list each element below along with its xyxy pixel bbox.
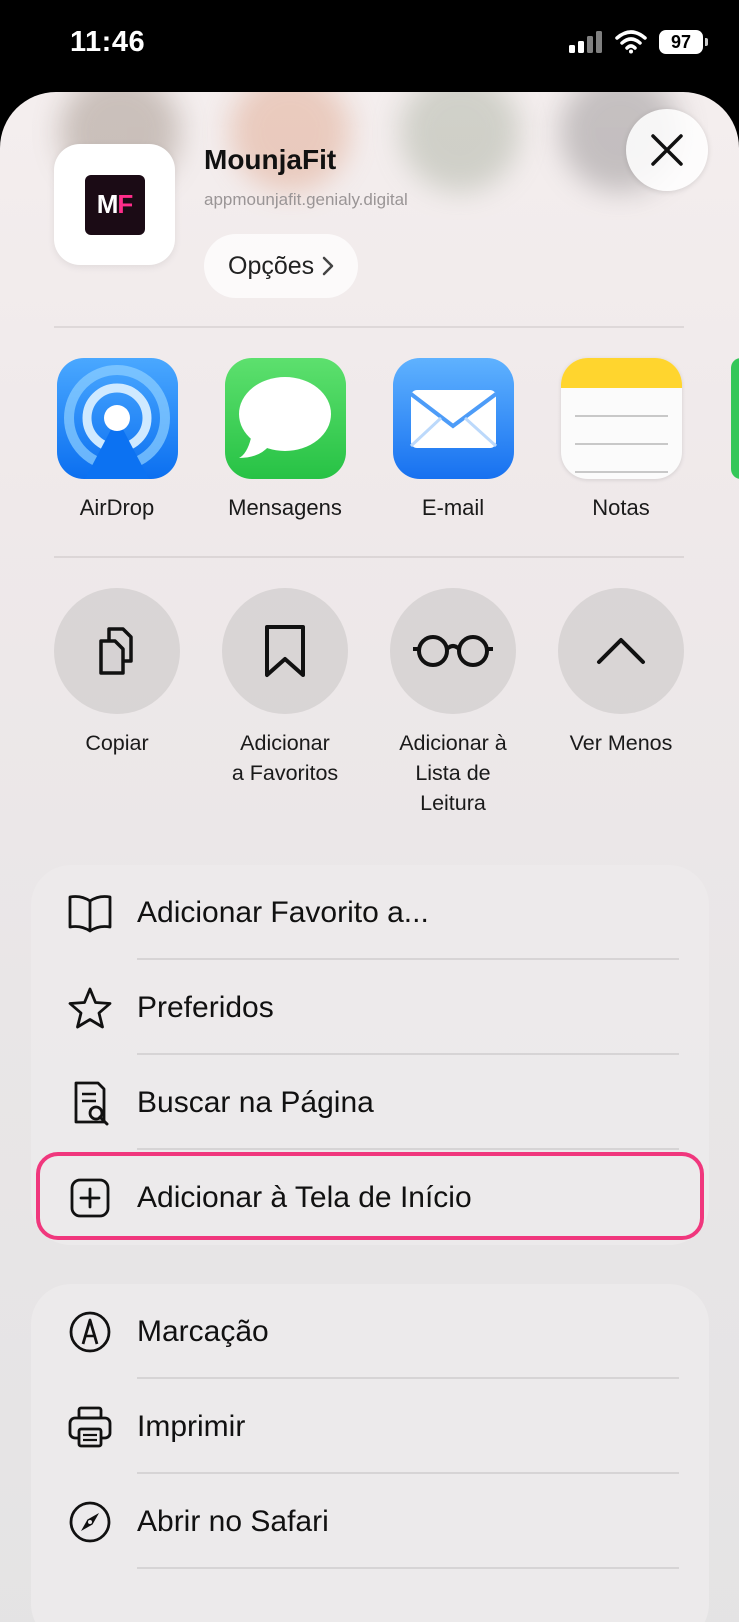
share-actions-row: Copiar Adicionar a Favoritos Adicionar à… bbox=[0, 588, 739, 828]
menu-item-open-in-safari[interactable]: Abrir no Safari bbox=[31, 1474, 709, 1569]
action-label: Adicionar à Lista de Leitura bbox=[399, 731, 507, 815]
chevron-up-icon bbox=[597, 638, 645, 664]
book-icon bbox=[67, 890, 113, 936]
menu-item-label: Imprimir bbox=[137, 1409, 246, 1443]
menu-item-label: Abrir no Safari bbox=[137, 1504, 329, 1538]
menu-item-label: Buscar na Página bbox=[137, 1085, 374, 1119]
app-label: E-mail bbox=[421, 495, 485, 520]
share-header: MF MounjaFit appmounjafit.genialy.digita… bbox=[0, 92, 739, 332]
notes-icon bbox=[560, 358, 682, 479]
site-icon: MF bbox=[54, 144, 175, 265]
divider bbox=[54, 326, 684, 328]
action-circle bbox=[54, 588, 180, 714]
battery-level: 97 bbox=[670, 31, 692, 52]
menu-item-favorites[interactable]: Preferidos bbox=[31, 960, 709, 1055]
glasses-icon bbox=[413, 635, 493, 667]
compass-icon bbox=[67, 1499, 113, 1545]
menu-item-markup[interactable]: Marcação bbox=[31, 1284, 709, 1379]
share-app-messages[interactable]: Mensagens bbox=[210, 358, 360, 521]
app-label: Mensagens bbox=[228, 495, 342, 520]
divider bbox=[54, 556, 684, 558]
action-add-bookmark[interactable]: Adicionar a Favoritos bbox=[201, 588, 369, 788]
markup-icon bbox=[67, 1309, 113, 1355]
find-on-page-icon bbox=[67, 1080, 113, 1126]
share-apps-row: AirDrop Mensagens E-mail Notas bbox=[0, 358, 739, 521]
share-app-airdrop[interactable]: AirDrop bbox=[42, 358, 192, 521]
star-icon bbox=[67, 985, 113, 1031]
menu-group-secondary: Marcação Imprimir Abrir no Safari bbox=[31, 1284, 709, 1622]
action-reading-list[interactable]: Adicionar à Lista de Leitura bbox=[369, 588, 537, 818]
action-circle bbox=[390, 588, 516, 714]
menu-item-add-bookmark-to[interactable]: Adicionar Favorito a... bbox=[31, 865, 709, 960]
bookmark-icon bbox=[265, 625, 305, 677]
menu-item-label: Preferidos bbox=[137, 990, 274, 1024]
share-title: MounjaFit bbox=[204, 144, 337, 175]
mail-icon bbox=[392, 358, 514, 479]
chevron-right-icon bbox=[322, 256, 334, 276]
action-circle bbox=[222, 588, 348, 714]
action-show-less[interactable]: Ver Menos bbox=[537, 588, 705, 758]
app-label: Notas bbox=[592, 495, 650, 520]
close-icon bbox=[651, 134, 683, 166]
battery-indicator: 97 bbox=[659, 30, 708, 54]
row-separator bbox=[137, 1567, 679, 1569]
wifi-icon bbox=[615, 30, 647, 54]
status-bar: 11:46 97 bbox=[0, 0, 739, 90]
status-time: 11:46 bbox=[70, 26, 146, 58]
options-label: Opções bbox=[228, 251, 315, 280]
action-circle bbox=[558, 588, 684, 714]
menu-item-label: Adicionar Favorito a... bbox=[137, 895, 429, 929]
share-app-notes[interactable]: Notas bbox=[546, 358, 696, 521]
logo-letter-m: M bbox=[96, 189, 119, 219]
airdrop-icon bbox=[56, 358, 178, 479]
menu-item-label: Marcação bbox=[137, 1314, 269, 1348]
status-icons: 97 bbox=[569, 30, 708, 54]
action-copy[interactable]: Copiar bbox=[33, 588, 201, 758]
cellular-signal-icon bbox=[569, 31, 602, 53]
logo-letter-f: F bbox=[117, 189, 133, 219]
options-button[interactable]: Opções bbox=[204, 234, 359, 298]
menu-item-print[interactable]: Imprimir bbox=[31, 1379, 709, 1474]
share-url: appmounjafit.genialy.digital bbox=[204, 190, 408, 209]
messages-icon bbox=[224, 358, 346, 479]
copy-icon bbox=[99, 627, 133, 675]
app-label: AirDrop bbox=[79, 495, 155, 520]
highlight-box bbox=[36, 1152, 704, 1240]
action-label: Adicionar a Favoritos bbox=[231, 731, 339, 785]
share-app-mail[interactable]: E-mail bbox=[378, 358, 528, 521]
close-button[interactable] bbox=[626, 109, 708, 191]
share-sheet: MF MounjaFit appmounjafit.genialy.digita… bbox=[0, 92, 739, 1622]
action-label: Ver Menos bbox=[569, 731, 673, 755]
action-label: Copiar bbox=[85, 731, 149, 755]
printer-icon bbox=[67, 1404, 113, 1450]
next-app-peek[interactable] bbox=[731, 358, 739, 479]
menu-item-find-on-page[interactable]: Buscar na Página bbox=[31, 1055, 709, 1150]
mounjafit-logo: MF bbox=[84, 174, 145, 235]
